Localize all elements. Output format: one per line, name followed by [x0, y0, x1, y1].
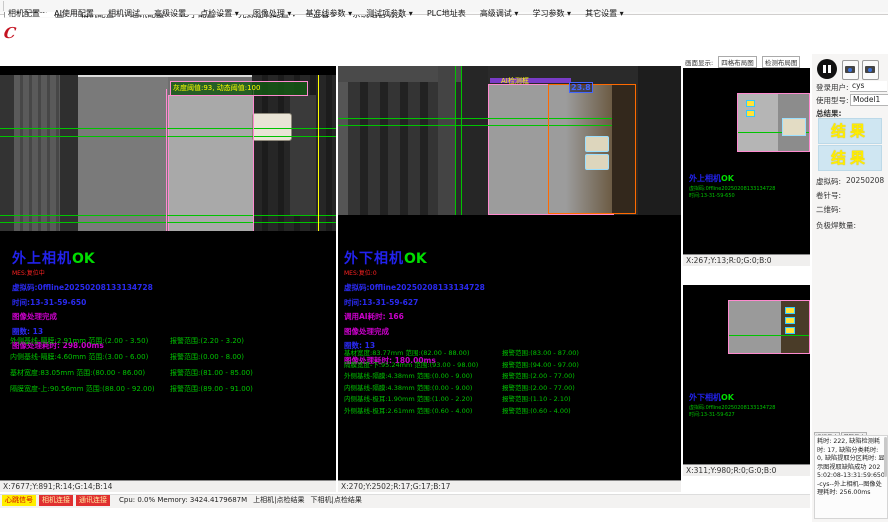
left-virtual-code: 虚拟码:0ffline20250208133134728	[12, 282, 153, 293]
preview1-overlay: 外上相机OK 虚拟码:0ffline20250208133134728 时间:1…	[689, 166, 775, 199]
comm-link-badge: 通讯连接	[76, 495, 110, 506]
tool-baseline-params[interactable]: 基准线参数 ▾	[306, 8, 353, 19]
pause-button[interactable]	[817, 59, 837, 79]
right-process-done: 图像处理完成	[344, 326, 485, 337]
left-pixel-coords: X:7677;Y:891;R:14;G:14;B:14	[0, 480, 336, 492]
model-label: 使用型号:	[816, 95, 849, 106]
right-camera-view[interactable]: AI检测框 23.8 外下相机OK MES:复位:0 虚拟码:0ffline20…	[338, 66, 681, 492]
pause-icon	[823, 65, 826, 73]
heartbeat-badge: 心跳信号	[2, 495, 36, 506]
left-threshold-label: 灰度阈值:93, 动态阈值:100	[170, 81, 308, 96]
left-process-done: 图像处理完成	[12, 311, 153, 322]
tool-test-params[interactable]: 测试项参数 ▾	[366, 8, 413, 19]
tool-ai-config[interactable]: AI使用配置	[54, 8, 94, 19]
preview2-image	[728, 300, 810, 354]
preview-view-top[interactable]: 外上相机OK 虚拟码:0ffline20250208133134728 时间:1…	[683, 68, 810, 266]
camera-link-badge: 相机连接	[39, 495, 73, 506]
tool-advanced-settings[interactable]: 高级设置	[154, 8, 186, 19]
top-camera-check-status: 上相机|点检结果	[253, 495, 304, 506]
left-turn-count: 圈数: 13	[12, 326, 153, 337]
left-camera-title: 外上相机	[12, 251, 72, 267]
log-area[interactable]: 耗时: 222, 缺陷检测耗时: 17, 缺陷分类耗时: 0, 缺陷提取分区耗时…	[814, 435, 888, 519]
preview-header: 画面显示: 四格布局图 检测布局图	[683, 56, 810, 68]
weld-count-label: 负极焊数量:	[816, 220, 856, 231]
preview1-image	[737, 93, 810, 152]
left-product-region	[168, 95, 254, 231]
result-box-bottom: 结果	[818, 145, 882, 171]
preview1-pixel-coords: X:267;Y:13;R:0;G:0;B:0	[683, 254, 810, 266]
tool-other-settings[interactable]: 其它设置 ▾	[585, 8, 624, 19]
tool-image-processing[interactable]: 图像处理 ▾	[253, 8, 292, 19]
virtual-code-label: 虚拟码:	[816, 176, 841, 187]
weld-mark-2	[585, 154, 609, 170]
tab-grid-layout[interactable]: 四格布局图	[718, 56, 757, 68]
right-measurements: 基材宽度:83.77mm 范围:(82.00 - 88.00)报警范围:(83.…	[344, 347, 678, 416]
right-measure-value: 23.8	[569, 82, 593, 93]
right-virtual-code: 虚拟码:0ffline20250208133134728	[344, 282, 485, 293]
right-ai-label: AI检测框	[501, 76, 529, 86]
right-camera-image: AI检测框 23.8	[338, 66, 681, 215]
weld-mark-1	[585, 136, 609, 152]
model-select[interactable]: Model1	[850, 94, 888, 106]
login-user-value: cys	[850, 81, 887, 92]
left-status-ok: OK	[72, 251, 95, 267]
camera-snapshot-button[interactable]	[842, 60, 859, 80]
layout-label: 画面显示:	[685, 59, 713, 67]
preview-view-bottom[interactable]: 外下相机OK 虚拟码:0ffline20250208133134728 时间:1…	[683, 285, 810, 476]
status-bar: 心跳信号相机连接通讯连接 Cpu: 0.0% Memory: 3424.41796…	[0, 494, 810, 508]
right-mes-text: MES:复位:0	[344, 268, 485, 277]
log-text: 耗时: 222, 缺陷检测耗时: 17, 缺陷分类耗时: 0, 缺陷提取分区耗时…	[817, 438, 885, 498]
left-measurements: 外侧基线-隔膜:2.91mm 范围:(2.00 - 3.50)报警范围:(2.2…	[10, 336, 336, 400]
preview2-pixel-coords: X:311;Y:980;R:0;G:0;B:0	[683, 464, 810, 476]
left-camera-image: 灰度阈值:93, 动态阈值:100	[0, 75, 336, 231]
app-window: CYS-视觉检测系统 — □ ✕ C 系统配置 相机配置 通讯配置 IO手配置 …	[0, 0, 888, 522]
cpu-memory-text: Cpu: 0.0% Memory: 3424.4179687M	[119, 495, 247, 506]
tool-plc-address[interactable]: PLC地址表	[427, 8, 466, 19]
tool-learning-params[interactable]: 学习参数 ▾	[532, 8, 571, 19]
tab-detect-layout[interactable]: 检测布局图	[762, 56, 801, 68]
left-mes-text: MES:复位中	[12, 268, 153, 277]
toolbar-separator	[3, 1, 4, 11]
control-panel: 登录用户: cys 使用型号: Model1 总结果: 结果 结果 虚拟码: 2…	[812, 54, 888, 522]
virtual-code-value: 20250208	[846, 176, 884, 185]
tool-spot-check[interactable]: 点检设置 ▾	[200, 8, 239, 19]
left-time: 时间:13-31-59-650	[12, 297, 153, 308]
right-ai-elapsed: 调用AI耗时: 166	[344, 311, 485, 322]
left-camera-view[interactable]: 灰度阈值:93, 动态阈值:100 外上相机OK MES:复位中 虚拟码:0ff…	[0, 66, 336, 492]
camera-record-button[interactable]	[862, 60, 879, 80]
tool-camera-config[interactable]: 相机配置	[8, 8, 40, 19]
winding-pin-label: 卷针号:	[816, 190, 841, 201]
log-scrollbar[interactable]	[884, 437, 887, 477]
bottom-camera-check-status: 下相机|点检结果	[311, 495, 362, 506]
preview2-overlay: 外下相机OK 虚拟码:0ffline20250208133134728 时间:1…	[689, 385, 775, 418]
app-logo-icon: C	[3, 24, 25, 41]
right-status-ok: OK	[404, 251, 427, 267]
right-time: 时间:13-31-59-627	[344, 297, 485, 308]
qrcode-label: 二维码:	[816, 204, 841, 215]
right-pixel-coords: X:270;Y:2502;R:17;G:17;B:17	[338, 480, 681, 492]
result-box-top: 结果	[818, 118, 882, 144]
toolbar: 相机配置 AI使用配置 相机调试 高级设置 点检设置 ▾ 图像处理 ▾ 基准线参…	[0, 0, 888, 12]
login-user-label: 登录用户:	[816, 82, 849, 93]
right-camera-title: 外下相机	[344, 251, 404, 267]
tool-camera-debug[interactable]: 相机调试	[108, 8, 140, 19]
tool-advanced-debug[interactable]: 高级调试 ▾	[480, 8, 519, 19]
left-yellow-marker-line	[318, 75, 319, 231]
